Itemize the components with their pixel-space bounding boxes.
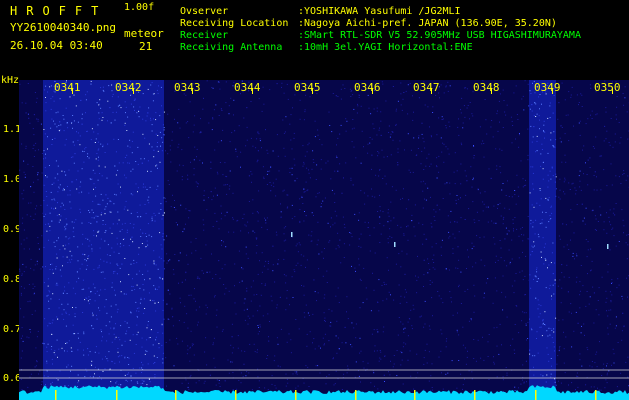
info-location-key: Receiving Location <box>180 18 289 29</box>
time-label: 0345 <box>294 81 321 94</box>
time-label: 0343 <box>174 81 201 94</box>
time-label: 0347 <box>413 81 440 94</box>
y-axis-unit: kHz <box>1 75 20 86</box>
datetime-label: 26.10.04 03:40 <box>10 39 103 52</box>
time-label: 0342 <box>115 81 142 94</box>
time-label: 0350 <box>594 81 621 94</box>
info-observer-value: :YOSHIKAWA Yasufumi /JG2MLI <box>298 6 461 17</box>
time-label: 0341 <box>54 81 81 94</box>
info-antenna-value: :10mH 3el.YAGI Horizontal:ENE <box>298 42 473 53</box>
header-panel: HROFFT 1.00f YY2610040340.png 26.10.04 0… <box>0 0 629 80</box>
meteor-label: meteor <box>124 27 164 40</box>
version-label: 1.00f <box>124 2 155 13</box>
meteor-count: 21 <box>139 40 153 53</box>
waterfall-spectrogram <box>19 80 629 400</box>
time-label: 0346 <box>354 81 381 94</box>
time-label: 0344 <box>234 81 261 94</box>
info-receiver-value: :SMart RTL-SDR V5 52.905MHz USB HIGASHIM… <box>298 30 581 41</box>
info-location-value: :Nagoya Aichi-pref. JAPAN (136.90E, 35.2… <box>298 18 557 29</box>
time-label: 0348 <box>473 81 500 94</box>
filename-label: YY2610040340.png <box>10 21 116 34</box>
time-label: 0349 <box>534 81 561 94</box>
info-antenna-key: Receiving Antenna <box>180 42 283 53</box>
info-receiver-key: Receiver <box>180 30 229 41</box>
info-observer-key: Ovserver <box>180 6 229 17</box>
app-logo: HROFFT <box>10 4 108 18</box>
